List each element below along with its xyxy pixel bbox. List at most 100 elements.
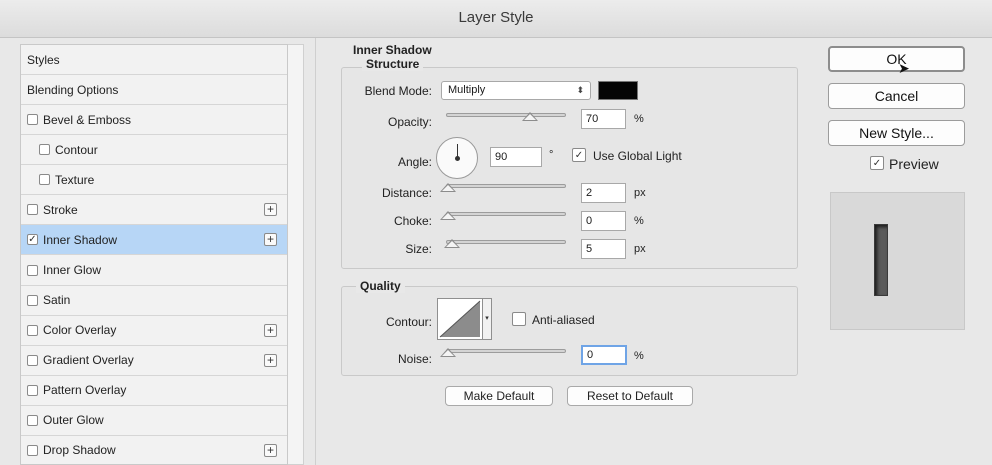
style-item-checkbox[interactable]: [27, 444, 38, 456]
style-item-label: Styles: [27, 52, 60, 67]
add-effect-plus-icon[interactable]: +: [264, 353, 277, 367]
opacity-input[interactable]: 70: [581, 109, 626, 129]
style-item-label: Inner Shadow: [43, 232, 118, 247]
style-item[interactable]: Outer Glow: [21, 406, 287, 436]
use-global-light-checkbox[interactable]: ✓: [572, 148, 586, 162]
contour-curve-icon: [439, 300, 481, 338]
add-effect-plus-icon[interactable]: +: [264, 323, 277, 337]
distance-slider-track[interactable]: [446, 184, 566, 188]
choke-label: Choke:: [393, 214, 432, 228]
distance-input[interactable]: 2: [581, 183, 626, 203]
blend-mode-select[interactable]: Multiply ⬍: [441, 81, 591, 100]
choke-slider-track[interactable]: [446, 212, 566, 216]
style-item[interactable]: Satin: [21, 286, 287, 316]
style-item-label: Gradient Overlay: [43, 353, 134, 368]
size-slider-track[interactable]: [446, 240, 566, 244]
style-item-checkbox[interactable]: [39, 174, 50, 186]
style-item[interactable]: Stroke +: [21, 195, 287, 226]
style-item[interactable]: Contour: [21, 135, 287, 166]
opacity-label: Opacity:: [387, 115, 432, 129]
style-item[interactable]: Texture: [21, 165, 287, 196]
style-item-label: Pattern Overlay: [43, 383, 127, 398]
blend-mode-value: Multiply: [448, 84, 486, 96]
reset-to-default-button[interactable]: Reset to Default: [567, 386, 693, 406]
style-item-label: Drop Shadow: [43, 443, 116, 458]
style-item[interactable]: Gradient Overlay +: [21, 346, 287, 376]
style-item-label: Bevel & Emboss: [43, 112, 132, 127]
style-item[interactable]: Styles: [21, 45, 287, 76]
style-item-checkbox[interactable]: [27, 294, 38, 306]
anti-aliased-checkbox[interactable]: [512, 312, 526, 326]
ok-button[interactable]: OK: [828, 46, 965, 72]
style-item-label: Stroke: [43, 202, 78, 217]
noise-slider-thumb[interactable]: [440, 348, 456, 357]
style-item-checkbox[interactable]: [27, 204, 38, 216]
style-preview-panel: [830, 192, 965, 330]
style-preview-thumbnail: [874, 224, 888, 296]
contour-picker[interactable]: [437, 298, 483, 340]
style-item-checkbox[interactable]: [27, 264, 38, 276]
opacity-unit: %: [634, 113, 644, 125]
style-item-checkbox[interactable]: [27, 114, 38, 126]
add-effect-plus-icon[interactable]: +: [264, 203, 277, 217]
angle-dial-center: [455, 156, 460, 161]
style-item[interactable]: Color Overlay +: [21, 316, 287, 346]
size-slider-thumb[interactable]: [444, 239, 460, 248]
style-item-label: Blending Options: [27, 82, 119, 97]
preview-checkbox[interactable]: ✓: [870, 156, 884, 170]
style-item-checkbox[interactable]: [27, 324, 38, 336]
shadow-color-swatch[interactable]: [598, 81, 638, 100]
choke-unit: %: [634, 215, 644, 227]
distance-slider-thumb[interactable]: [440, 183, 456, 192]
distance-label: Distance:: [381, 186, 432, 200]
style-item-checkbox[interactable]: [27, 354, 38, 366]
noise-label: Noise:: [397, 352, 432, 366]
styles-list: Styles Blending Options Bevel & Emboss Cont…: [20, 44, 288, 465]
choke-slider-thumb[interactable]: [440, 211, 456, 220]
noise-unit: %: [634, 350, 644, 362]
choke-input[interactable]: 0: [581, 211, 626, 231]
style-item-label: Color Overlay: [43, 323, 117, 338]
cancel-button[interactable]: Cancel: [828, 83, 965, 109]
structure-title: Structure: [362, 57, 424, 71]
style-item[interactable]: ✓ Inner Shadow +: [21, 225, 287, 256]
angle-input[interactable]: 90: [490, 147, 542, 167]
contour-dropdown-arrow-icon[interactable]: ▾: [483, 298, 492, 340]
angle-label: Angle:: [397, 155, 432, 169]
size-input[interactable]: 5: [581, 239, 626, 259]
select-arrows-icon: ⬍: [576, 85, 584, 95]
noise-slider-track[interactable]: [446, 349, 566, 353]
style-item-label: Inner Glow: [43, 263, 102, 278]
add-effect-plus-icon[interactable]: +: [264, 233, 277, 247]
style-item-label: Outer Glow: [43, 413, 104, 428]
style-item[interactable]: Inner Glow: [21, 256, 287, 286]
noise-input[interactable]: 0: [581, 345, 627, 365]
angle-dial[interactable]: [436, 137, 478, 179]
style-item-checkbox[interactable]: ✓: [27, 234, 38, 246]
preview-label: Preview: [889, 156, 939, 172]
style-item-label: Texture: [55, 172, 95, 187]
style-item[interactable]: Blending Options: [21, 75, 287, 106]
style-item-checkbox[interactable]: [39, 144, 50, 156]
distance-unit: px: [634, 187, 646, 199]
new-style-button[interactable]: New Style...: [828, 120, 965, 146]
size-unit: px: [634, 243, 646, 255]
add-effect-plus-icon[interactable]: +: [264, 443, 277, 457]
opacity-slider-thumb[interactable]: [522, 112, 538, 121]
use-global-light-label: Use Global Light: [593, 149, 682, 163]
style-item[interactable]: Drop Shadow +: [21, 436, 287, 465]
inner-shadow-title: Inner Shadow: [353, 43, 432, 57]
window-title: Layer Style: [458, 9, 534, 26]
style-item-checkbox[interactable]: [27, 414, 38, 426]
styles-list-scrollbar[interactable]: [288, 44, 304, 465]
style-item-checkbox[interactable]: [27, 384, 38, 396]
opacity-slider-track[interactable]: [446, 113, 566, 117]
mouse-cursor-icon: ➤: [898, 60, 910, 76]
make-default-button[interactable]: Make Default: [445, 386, 553, 406]
anti-aliased-label: Anti-aliased: [532, 313, 595, 327]
layer-style-dialog: Styles Blending Options Bevel & Emboss Cont…: [0, 38, 992, 465]
style-item[interactable]: Bevel & Emboss: [21, 105, 287, 136]
style-item[interactable]: Pattern Overlay: [21, 376, 287, 406]
panel-divider: [315, 38, 316, 465]
title-bar: Layer Style: [0, 0, 992, 38]
